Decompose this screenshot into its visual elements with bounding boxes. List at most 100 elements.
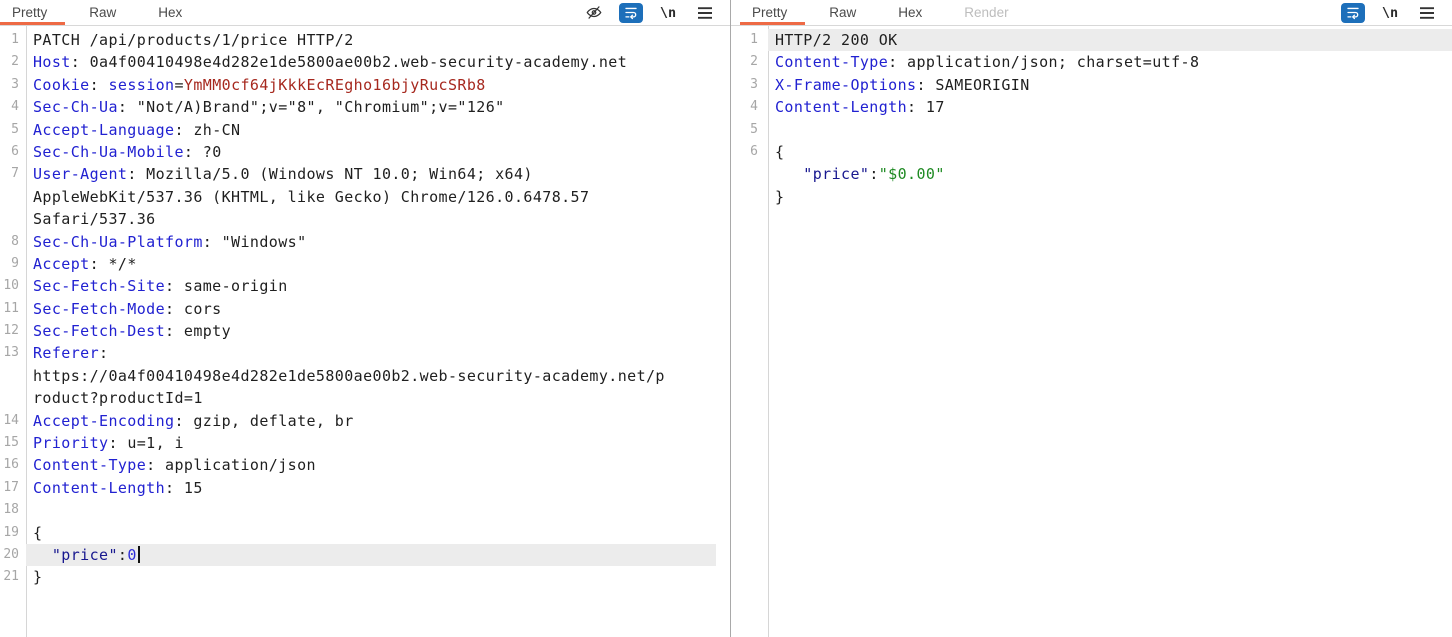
code-line[interactable]: 13Referer: bbox=[0, 342, 716, 364]
line-text: Sec-Fetch-Site: same-origin bbox=[26, 275, 716, 297]
tab-render[interactable]: Render bbox=[964, 0, 1008, 25]
line-text: { bbox=[26, 522, 716, 544]
response-editor[interactable]: 1HTTP/2 200 OK2Content-Type: application… bbox=[731, 26, 1452, 637]
line-number: 17 bbox=[0, 477, 26, 499]
code-line[interactable]: 6{ bbox=[731, 141, 1452, 163]
line-text: } bbox=[26, 566, 716, 588]
line-text: Content-Type: application/json bbox=[26, 454, 716, 476]
line-number: 8 bbox=[0, 231, 26, 253]
line-text: } bbox=[768, 186, 1452, 208]
line-text: Content-Length: 17 bbox=[768, 96, 1452, 118]
line-number: 4 bbox=[731, 96, 768, 118]
menu-icon[interactable] bbox=[693, 3, 717, 23]
code-line[interactable]: 3Cookie: session=YmMM0cf64jKkkEcREgho16b… bbox=[0, 74, 716, 96]
code-line[interactable]: 10Sec-Fetch-Site: same-origin bbox=[0, 275, 716, 297]
line-number: 15 bbox=[0, 432, 26, 454]
line-text: Sec-Ch-Ua-Mobile: ?0 bbox=[26, 141, 716, 163]
newline-glyph: \n bbox=[1382, 5, 1398, 21]
line-text bbox=[26, 499, 716, 521]
code-line[interactable]: 17Content-Length: 15 bbox=[0, 477, 716, 499]
line-number bbox=[0, 208, 26, 230]
code-line[interactable]: 1HTTP/2 200 OK bbox=[731, 29, 1452, 51]
line-number: 12 bbox=[0, 320, 26, 342]
line-text: Referer: bbox=[26, 342, 716, 364]
code-line[interactable]: 4Content-Length: 17 bbox=[731, 96, 1452, 118]
code-line[interactable]: 11Sec-Fetch-Mode: cors bbox=[0, 298, 716, 320]
tab-pretty[interactable]: Pretty bbox=[752, 0, 787, 25]
code-line[interactable]: 6Sec-Ch-Ua-Mobile: ?0 bbox=[0, 141, 716, 163]
line-text: Content-Type: application/json; charset=… bbox=[768, 51, 1452, 73]
line-number: 13 bbox=[0, 342, 26, 364]
response-panel: Pretty Raw Hex Render \n 1HTTP/2 200 OK2Con… bbox=[731, 0, 1452, 637]
line-text: "price":"$0.00" bbox=[768, 163, 1452, 185]
code-line[interactable]: 19{ bbox=[0, 522, 716, 544]
line-number: 3 bbox=[731, 74, 768, 96]
tab-raw[interactable]: Raw bbox=[829, 0, 856, 25]
http-message-editor: Pretty Raw Hex \n 1PATCH /api/products/1/p… bbox=[0, 0, 1452, 637]
code-line[interactable]: 8Sec-Ch-Ua-Platform: "Windows" bbox=[0, 231, 716, 253]
word-wrap-icon[interactable] bbox=[1341, 3, 1365, 23]
line-text bbox=[768, 119, 1452, 141]
line-text: Cookie: session=YmMM0cf64jKkkEcREgho16bj… bbox=[26, 74, 716, 96]
tab-hex[interactable]: Hex bbox=[158, 0, 182, 25]
code-line[interactable]: https://0a4f00410498e4d282e1de5800ae00b2… bbox=[0, 365, 716, 387]
code-line[interactable]: "price":"$0.00" bbox=[731, 163, 1452, 185]
line-number: 10 bbox=[0, 275, 26, 297]
code-line[interactable]: 21} bbox=[0, 566, 716, 588]
line-number: 18 bbox=[0, 499, 26, 521]
line-number: 6 bbox=[731, 141, 768, 163]
code-line[interactable]: 18 bbox=[0, 499, 716, 521]
request-editor[interactable]: 1PATCH /api/products/1/price HTTP/22Host… bbox=[0, 26, 730, 637]
code-line[interactable]: 16Content-Type: application/json bbox=[0, 454, 716, 476]
line-text: Accept: */* bbox=[26, 253, 716, 275]
request-panel: Pretty Raw Hex \n 1PATCH /api/products/1/p… bbox=[0, 0, 730, 637]
line-number: 9 bbox=[0, 253, 26, 275]
code-line[interactable]: 9Accept: */* bbox=[0, 253, 716, 275]
response-toolbar: \n bbox=[1341, 3, 1452, 23]
code-line[interactable]: Safari/537.36 bbox=[0, 208, 716, 230]
code-line[interactable]: roduct?productId=1 bbox=[0, 387, 716, 409]
line-number: 6 bbox=[0, 141, 26, 163]
line-number bbox=[731, 186, 768, 208]
response-tabbar: Pretty Raw Hex Render \n bbox=[731, 0, 1452, 26]
code-line[interactable]: 1PATCH /api/products/1/price HTTP/2 bbox=[0, 29, 716, 51]
line-text: { bbox=[768, 141, 1452, 163]
tab-pretty[interactable]: Pretty bbox=[12, 0, 47, 25]
line-text: roduct?productId=1 bbox=[26, 387, 716, 409]
code-line[interactable]: } bbox=[731, 186, 1452, 208]
line-text: https://0a4f00410498e4d282e1de5800ae00b2… bbox=[26, 365, 716, 387]
code-line[interactable]: 3X-Frame-Options: SAMEORIGIN bbox=[731, 74, 1452, 96]
line-number bbox=[0, 365, 26, 387]
line-number: 1 bbox=[0, 29, 26, 51]
code-line[interactable]: 4Sec-Ch-Ua: "Not/A)Brand";v="8", "Chromi… bbox=[0, 96, 716, 118]
menu-icon[interactable] bbox=[1415, 3, 1439, 23]
line-text: Sec-Ch-Ua-Platform: "Windows" bbox=[26, 231, 716, 253]
response-code: 1HTTP/2 200 OK2Content-Type: application… bbox=[731, 29, 1452, 208]
tab-raw[interactable]: Raw bbox=[89, 0, 116, 25]
response-tabs: Pretty Raw Hex Render bbox=[731, 0, 1051, 25]
newline-icon[interactable]: \n bbox=[656, 3, 680, 23]
code-line[interactable]: 5 bbox=[731, 119, 1452, 141]
code-line[interactable]: 2Host: 0a4f00410498e4d282e1de5800ae00b2.… bbox=[0, 51, 716, 73]
line-number: 3 bbox=[0, 74, 26, 96]
text-cursor bbox=[138, 546, 140, 563]
newline-icon[interactable]: \n bbox=[1378, 3, 1402, 23]
code-line[interactable]: 15Priority: u=1, i bbox=[0, 432, 716, 454]
code-line[interactable]: 12Sec-Fetch-Dest: empty bbox=[0, 320, 716, 342]
line-text: Priority: u=1, i bbox=[26, 432, 716, 454]
code-line[interactable]: AppleWebKit/537.36 (KHTML, like Gecko) C… bbox=[0, 186, 716, 208]
word-wrap-icon[interactable] bbox=[619, 3, 643, 23]
line-number: 4 bbox=[0, 96, 26, 118]
code-line[interactable]: 2Content-Type: application/json; charset… bbox=[731, 51, 1452, 73]
tab-hex[interactable]: Hex bbox=[898, 0, 922, 25]
code-line[interactable]: 7User-Agent: Mozilla/5.0 (Windows NT 10.… bbox=[0, 163, 716, 185]
line-text: Sec-Ch-Ua: "Not/A)Brand";v="8", "Chromiu… bbox=[26, 96, 716, 118]
line-text: Sec-Fetch-Mode: cors bbox=[26, 298, 716, 320]
code-line[interactable]: 5Accept-Language: zh-CN bbox=[0, 119, 716, 141]
line-number: 19 bbox=[0, 522, 26, 544]
code-line[interactable]: 14Accept-Encoding: gzip, deflate, br bbox=[0, 410, 716, 432]
eye-off-icon[interactable] bbox=[582, 3, 606, 23]
line-number: 1 bbox=[731, 29, 768, 51]
line-text: Sec-Fetch-Dest: empty bbox=[26, 320, 716, 342]
code-line[interactable]: 20 "price":0 bbox=[0, 544, 716, 566]
